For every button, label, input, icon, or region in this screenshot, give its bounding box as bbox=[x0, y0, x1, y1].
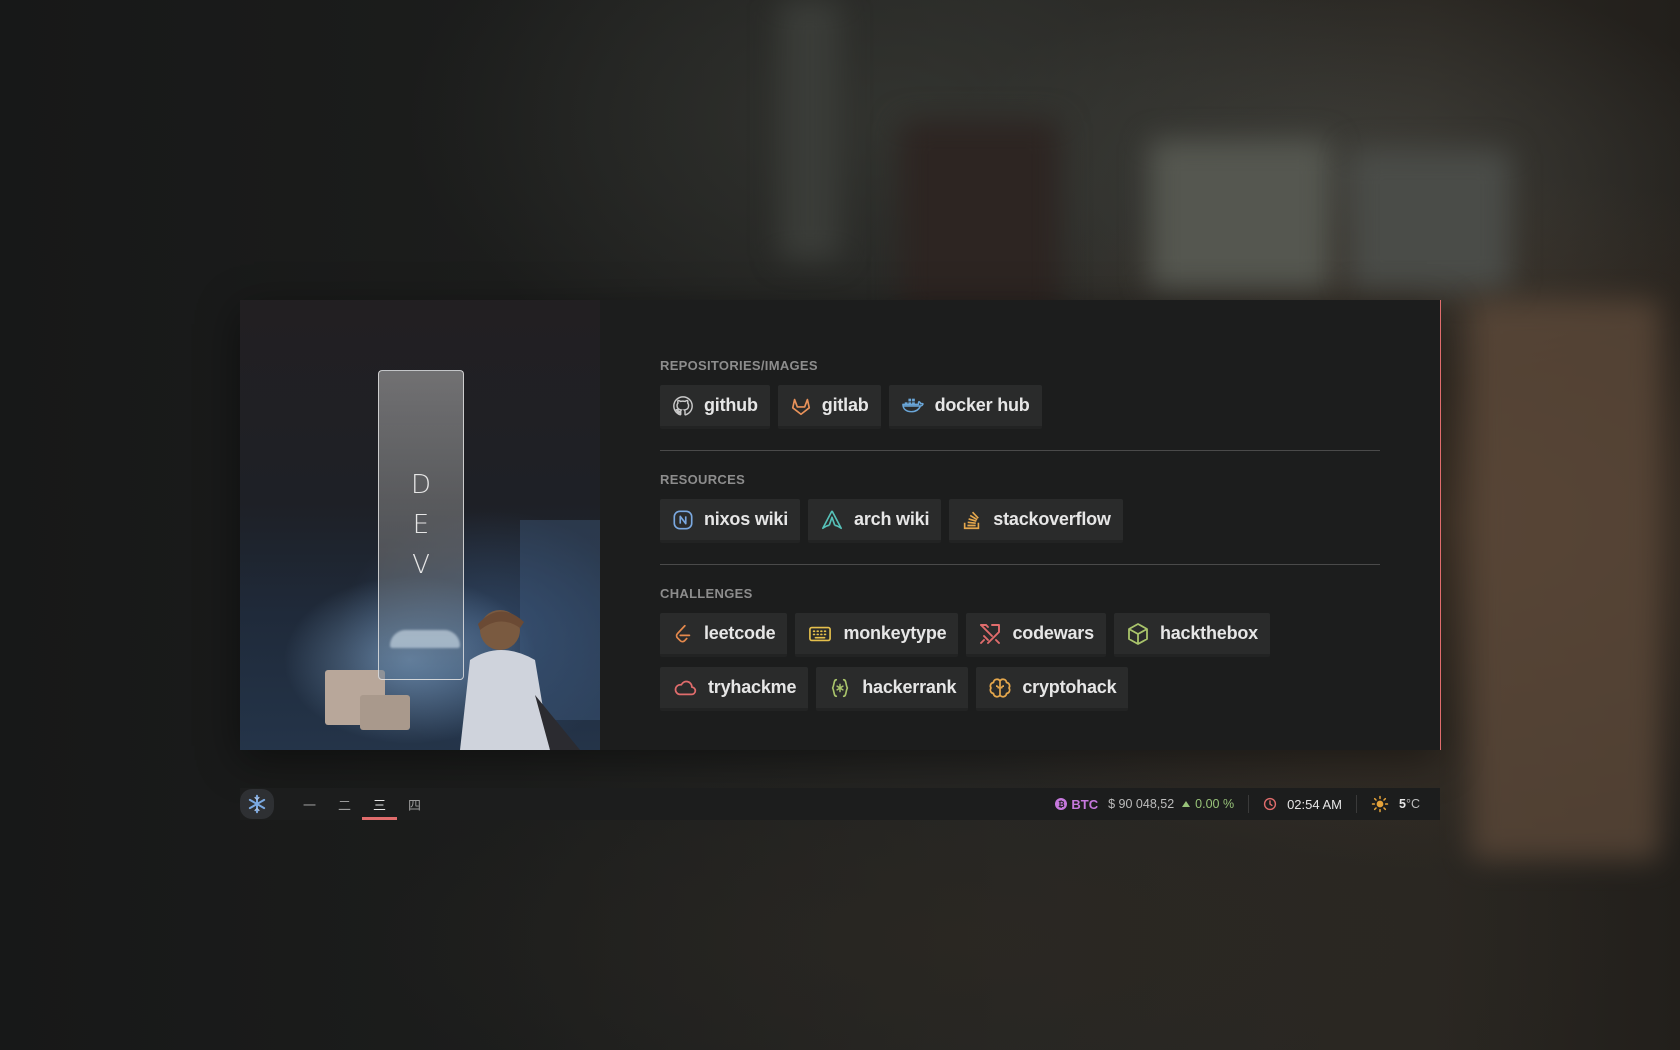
gitlab-icon bbox=[791, 398, 810, 415]
wallpaper-shape bbox=[780, 0, 840, 260]
arch-icon bbox=[822, 509, 843, 529]
docker-icon bbox=[901, 398, 924, 412]
link-nixos-wiki[interactable]: nixos wiki bbox=[660, 499, 801, 543]
link-leetcode[interactable]: leetcode bbox=[660, 613, 788, 657]
link-hackerrank[interactable]: hackerrank bbox=[816, 667, 969, 711]
sun-icon bbox=[1371, 795, 1389, 813]
workspace-3[interactable]: 三 bbox=[362, 788, 397, 820]
dev-label: DEV bbox=[378, 370, 464, 680]
section-title: CHALLENGES bbox=[660, 586, 753, 601]
workspace-switcher: 一 二 三 四 bbox=[292, 788, 432, 820]
github-icon bbox=[673, 395, 693, 416]
cube-icon bbox=[1128, 622, 1148, 645]
temperature-value: 5 bbox=[1399, 797, 1406, 811]
link-monkeytype[interactable]: monkeytype bbox=[795, 613, 959, 657]
wallpaper-shape bbox=[1470, 300, 1660, 860]
link-github[interactable]: github bbox=[660, 385, 770, 429]
keyboard-icon bbox=[809, 626, 832, 641]
btc-change-value: 0.00 % bbox=[1195, 797, 1235, 811]
link-label: hackerrank bbox=[862, 677, 957, 697]
section-title: RESOURCES bbox=[660, 472, 746, 487]
bar-widgets: ₿ BTC $ 90 048,52 0.00 % 02:54 AM 5°C bbox=[1055, 788, 1440, 820]
nixos-icon bbox=[673, 509, 693, 530]
bar-separator bbox=[1248, 795, 1250, 813]
nixos-launcher-button[interactable] bbox=[240, 789, 274, 819]
clock-time: 02:54 AM bbox=[1287, 796, 1343, 812]
link-label: gitlab bbox=[821, 395, 869, 415]
link-label: stackoverflow bbox=[993, 509, 1111, 529]
link-label: github bbox=[704, 395, 758, 415]
link-label: monkeytype bbox=[843, 623, 947, 643]
link-stackoverflow[interactable]: stackoverflow bbox=[949, 499, 1123, 543]
link-hackthebox[interactable]: hackthebox bbox=[1113, 613, 1270, 657]
link-docker-hub[interactable]: docker hub bbox=[888, 385, 1042, 429]
link-cryptohack[interactable]: cryptohack bbox=[976, 667, 1129, 711]
link-label: nixos wiki bbox=[704, 509, 789, 529]
section-divider bbox=[660, 450, 1380, 451]
hero-image: DEV bbox=[240, 300, 600, 750]
bar-separator bbox=[1356, 795, 1358, 813]
link-label: hackthebox bbox=[1159, 623, 1258, 643]
link-label: cryptohack bbox=[1022, 677, 1117, 697]
section-challenges: CHALLENGES leetcode monkeytype codewars … bbox=[660, 586, 1380, 711]
link-tryhackme[interactable]: tryhackme bbox=[660, 667, 809, 711]
link-label: docker hub bbox=[934, 395, 1030, 415]
link-codewars[interactable]: codewars bbox=[966, 613, 1106, 657]
caret-up-icon bbox=[1182, 801, 1191, 807]
workspace-2[interactable]: 二 bbox=[327, 788, 362, 820]
link-label: arch wiki bbox=[854, 509, 930, 529]
link-label: codewars bbox=[1012, 623, 1094, 643]
clock-icon bbox=[1263, 797, 1277, 811]
nixos-snowflake-icon bbox=[248, 794, 266, 814]
dev-label-text: DEV bbox=[410, 470, 432, 580]
stackoverflow-icon bbox=[964, 511, 980, 529]
btc-price: $ 90 048,52 bbox=[1108, 797, 1175, 811]
section-repositories: REPOSITORIES/IMAGES github gitlab docker… bbox=[660, 358, 1380, 429]
cloud-icon bbox=[674, 680, 697, 695]
status-bar: 一 二 三 四 ₿ BTC $ 90 048,52 0.00 % 02:54 A… bbox=[240, 788, 1440, 820]
workspace-4[interactable]: 四 bbox=[397, 788, 432, 820]
braces-icon bbox=[832, 678, 849, 697]
section-divider bbox=[660, 564, 1380, 565]
startpage-panel: DEV REPOSITORIES/IMAGES github gitlab do… bbox=[240, 300, 1441, 750]
wallpaper-shape bbox=[1350, 150, 1510, 290]
link-arch-wiki[interactable]: arch wiki bbox=[808, 499, 942, 543]
temperature-unit: °C bbox=[1405, 797, 1420, 811]
section-resources: RESOURCES nixos wiki arch wiki stackover… bbox=[660, 472, 1380, 543]
link-gitlab[interactable]: gitlab bbox=[777, 385, 881, 429]
temperature: 5°C bbox=[1399, 797, 1420, 811]
section-title: REPOSITORIES/IMAGES bbox=[660, 358, 818, 373]
leetcode-icon bbox=[675, 624, 691, 642]
btc-change: 0.00 % bbox=[1182, 797, 1234, 811]
brain-icon bbox=[989, 677, 1011, 698]
bitcoin-icon: ₿ bbox=[1055, 798, 1068, 810]
wallpaper-shape bbox=[900, 120, 1060, 320]
hero-monitor bbox=[360, 695, 410, 730]
workspace-1[interactable]: 一 bbox=[292, 788, 327, 820]
link-label: tryhackme bbox=[708, 677, 797, 697]
swords-icon bbox=[980, 623, 1001, 644]
link-label: leetcode bbox=[704, 623, 776, 643]
btc-label: BTC bbox=[1071, 796, 1099, 812]
wallpaper-shape bbox=[1150, 140, 1330, 290]
